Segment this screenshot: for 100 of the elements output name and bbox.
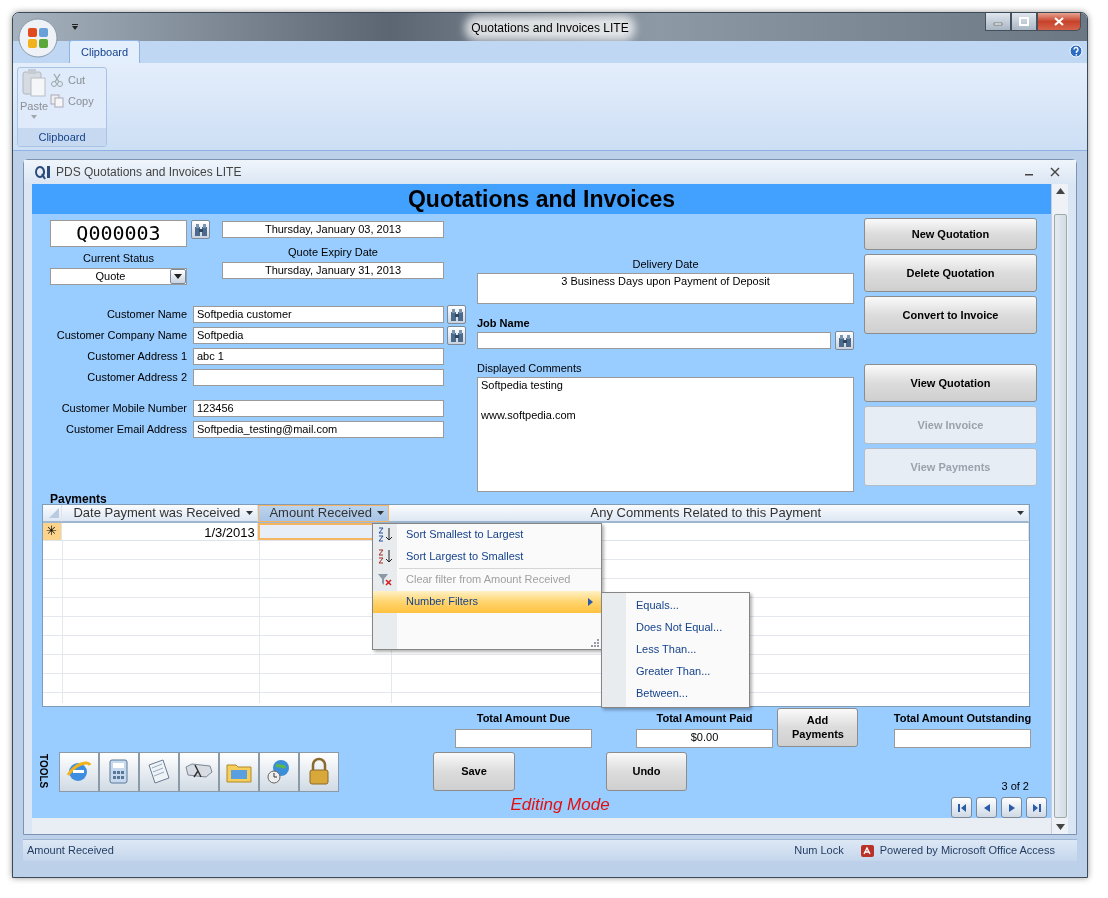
status-text: Powered by Microsoft Office Access — [879, 843, 1055, 859]
action-button[interactable]: Convert to Invoice — [864, 296, 1037, 334]
binoculars-icon — [836, 332, 853, 349]
action-button[interactable]: Delete Quotation — [864, 254, 1037, 292]
minimize-button[interactable] — [985, 13, 1011, 31]
field-label: Quote Expiry Date — [287, 245, 379, 260]
caret-icon — [1017, 510, 1024, 515]
caret-icon — [376, 511, 384, 515]
help-icon[interactable] — [1069, 44, 1083, 58]
column-header[interactable]: Any Comments Related to this Payment — [388, 504, 1029, 522]
text-field[interactable]: Softpedia customer — [193, 306, 444, 323]
status-dropdown[interactable]: Quote — [50, 267, 187, 285]
total-field[interactable] — [455, 729, 592, 748]
binoculars-icon — [448, 306, 465, 323]
tool-button[interactable] — [99, 751, 139, 792]
window-title: Quotations and Invoices LITE — [471, 21, 629, 35]
date-field[interactable]: Thursday, January 31, 2013 — [222, 261, 444, 279]
first-record-icon — [956, 802, 967, 813]
lookup-button[interactable] — [191, 220, 210, 239]
menu-item[interactable]: Number Filters — [373, 590, 601, 613]
action-button[interactable]: New Quotation — [864, 218, 1037, 250]
nav-button[interactable] — [951, 797, 972, 818]
text-field[interactable]: abc 1 — [193, 348, 444, 365]
clipboard-icon — [21, 68, 47, 98]
field-label: Total Amount Due — [476, 710, 571, 726]
close-icon[interactable] — [1050, 167, 1060, 177]
status-indicator: Num Lock — [794, 843, 844, 859]
tool-button[interactable] — [299, 751, 339, 792]
mode-label: Editing Mode — [510, 794, 610, 814]
submenu-arrow-icon — [588, 597, 593, 606]
scroll-down-arrow-icon — [1055, 824, 1065, 830]
tool-button[interactable] — [179, 751, 219, 792]
tool-button[interactable] — [219, 751, 259, 792]
scroll-up-arrow-icon — [1055, 188, 1065, 194]
field-label: Displayed Comments — [477, 361, 583, 376]
field-label: Customer Name — [106, 308, 187, 321]
resize-grip-icon[interactable] — [591, 638, 599, 647]
qi-logo-icon — [34, 164, 52, 180]
tool-button[interactable] — [59, 751, 99, 792]
tool-button[interactable] — [259, 751, 299, 792]
caret-icon — [31, 114, 37, 119]
field-label: Job Name — [477, 315, 531, 331]
text-field[interactable]: Softpedia — [193, 327, 444, 344]
lookup-button[interactable] — [447, 305, 466, 324]
last-record-icon — [1031, 802, 1042, 813]
lookup-button[interactable] — [835, 331, 854, 350]
menu-item[interactable]: Greater Than... — [602, 660, 749, 683]
menu-item[interactable]: Sort Largest to Smallest — [373, 545, 601, 568]
copy-icon — [50, 93, 64, 108]
text-field[interactable] — [193, 369, 444, 386]
text-field[interactable]: 3 Business Days upon Payment of Deposit — [477, 272, 854, 304]
new-record-marker: ✳ — [46, 522, 58, 541]
menu-item[interactable]: Sort Smallest to Largest — [373, 523, 601, 546]
field-label: Customer Mobile Number — [61, 402, 187, 415]
field-label: Customer Address 1 — [87, 350, 187, 363]
close-button[interactable] — [1037, 13, 1081, 31]
text-field[interactable]: 123456 — [193, 400, 444, 417]
comments-field[interactable]: Softpedia testing www.softpedia.com — [477, 376, 854, 492]
nav-button[interactable] — [1026, 797, 1047, 818]
menu-item[interactable]: Between... — [602, 682, 749, 705]
maximize-icon — [1019, 17, 1029, 26]
menu-item[interactable]: Less Than... — [602, 638, 749, 661]
form-window-title: PDS Quotations and Invoices LITE — [56, 164, 242, 181]
access-key-icon — [859, 842, 876, 859]
menu-item[interactable]: Does Not Equal... — [602, 616, 749, 639]
text-field[interactable] — [477, 332, 831, 349]
dropdown-arrow-icon[interactable] — [71, 23, 79, 31]
table-cell[interactable]: 1/3/2013 — [62, 522, 258, 540]
action-button[interactable]: View Quotation — [864, 364, 1037, 402]
total-field[interactable] — [894, 729, 1031, 748]
binoculars-icon — [448, 327, 465, 344]
save-button[interactable]: Save — [433, 751, 515, 791]
nav-button[interactable] — [976, 797, 997, 818]
field-label: Current Status — [82, 251, 155, 266]
lookup-button[interactable] — [447, 326, 466, 345]
date-field[interactable]: Thursday, January 03, 2013 — [222, 221, 444, 238]
form-heading: Quotations and Invoices — [32, 184, 1051, 214]
section-label: Payments — [50, 490, 108, 504]
menu-item[interactable]: Equals... — [602, 594, 749, 617]
caret-icon — [245, 510, 253, 515]
sort-ascending-icon — [377, 527, 393, 542]
total-field[interactable]: $0.00 — [636, 729, 773, 748]
nav-button[interactable] — [1001, 797, 1022, 818]
ribbon-group-label: Clipboard — [18, 127, 106, 146]
quote-number-field[interactable]: Q000003 — [50, 220, 187, 247]
column-header[interactable]: Amount Received — [257, 504, 389, 522]
tool-button[interactable] — [139, 751, 179, 792]
close-icon — [1054, 17, 1064, 26]
text-field[interactable]: Softpedia_testing@mail.com — [193, 421, 444, 438]
column-header[interactable]: Date Payment was Received — [62, 504, 258, 522]
undo-button[interactable]: Undo — [606, 751, 687, 791]
field-label: Total Amount Outstanding — [893, 710, 1032, 726]
add-payments-button[interactable]: Add Payments — [777, 707, 858, 747]
ribbon-tab[interactable]: Clipboard — [69, 39, 141, 63]
scrollbar[interactable] — [1051, 184, 1068, 834]
maximize-button[interactable] — [1011, 13, 1037, 31]
tools-label: TOOLS — [37, 753, 50, 788]
caret-icon — [174, 273, 182, 279]
clear-filter-icon — [377, 572, 393, 587]
field-label: Delivery Date — [631, 257, 700, 272]
